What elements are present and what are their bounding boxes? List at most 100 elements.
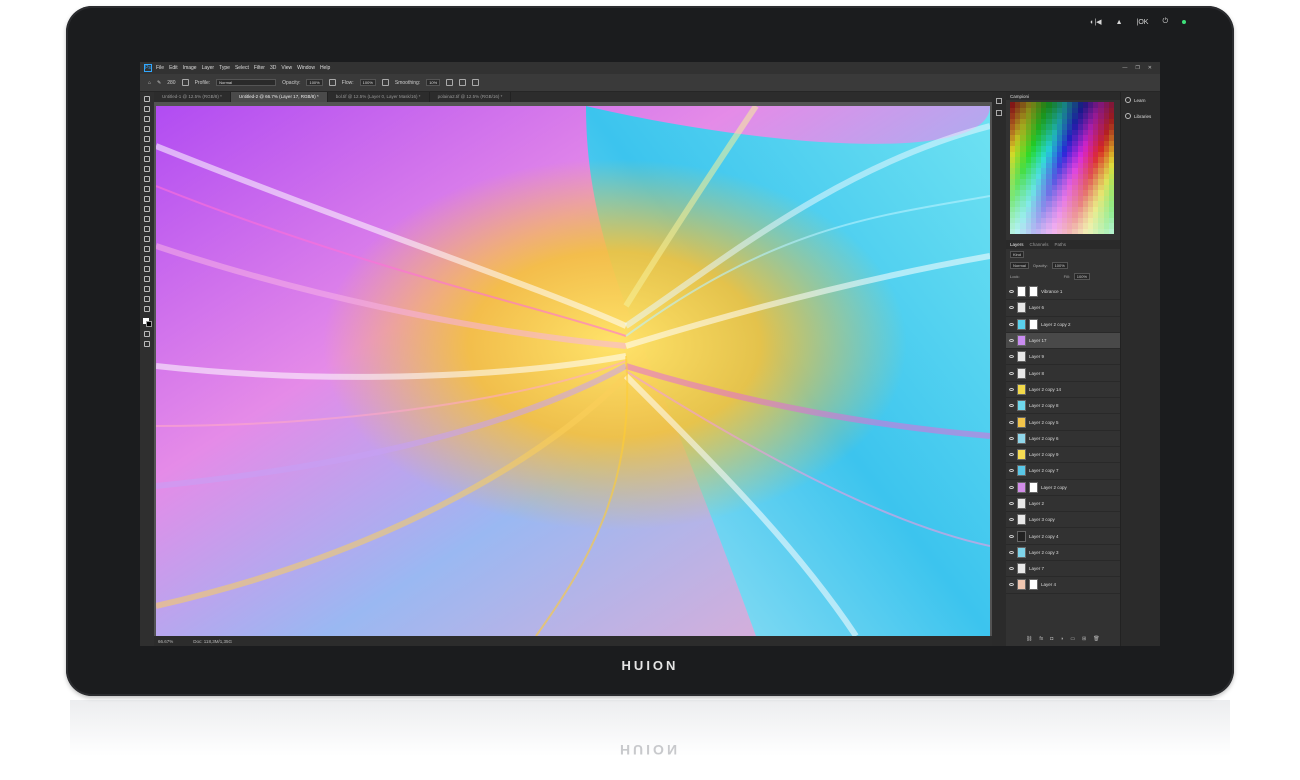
visibility-eye-icon[interactable]: [1009, 322, 1014, 326]
home-icon[interactable]: ⌂: [148, 80, 151, 86]
visibility-eye-icon[interactable]: [1009, 453, 1014, 457]
layer-row[interactable]: Layer 2 copy 2: [1006, 317, 1120, 333]
tab-untitled-1[interactable]: Untitled-1 @ 12.5% (RGB/8) *: [154, 92, 231, 102]
swatches-panel-title[interactable]: Campioni: [1006, 92, 1120, 100]
swatches-grid[interactable]: [1010, 102, 1114, 234]
visibility-eye-icon[interactable]: [1009, 290, 1014, 294]
layer-row[interactable]: Vibrance 1: [1006, 284, 1120, 301]
tab-untitled-2[interactable]: Untitled-2 @ 66.7% (Layer 17, RGB/8) *: [230, 92, 328, 102]
brush-tool-icon[interactable]: [144, 176, 150, 182]
document-canvas[interactable]: [156, 106, 990, 636]
mask-icon[interactable]: ◘: [1050, 636, 1053, 642]
brush-tool-icon[interactable]: ✎: [157, 80, 161, 86]
layer-fill-field[interactable]: 100%: [1073, 273, 1091, 280]
visibility-eye-icon[interactable]: [1009, 404, 1014, 408]
pen-tool-icon[interactable]: [144, 246, 150, 252]
lasso-tool-icon[interactable]: [144, 116, 150, 122]
trash-icon[interactable]: 🗑: [1093, 636, 1099, 642]
marquee-tool-icon[interactable]: [144, 106, 150, 112]
menu-layer[interactable]: Layer: [202, 65, 215, 71]
visibility-eye-icon[interactable]: [1009, 502, 1014, 505]
layer-row[interactable]: Layer 4: [1006, 577, 1120, 594]
layer-mask-thumbnail[interactable]: [1029, 481, 1038, 493]
visibility-eye-icon[interactable]: [1009, 583, 1014, 587]
more-tools-icon[interactable]: [144, 306, 150, 312]
menu-type[interactable]: Type: [219, 65, 230, 71]
minimize-icon[interactable]: —: [1122, 65, 1127, 71]
layer-row[interactable]: Layer 2 copy 7: [1006, 463, 1120, 480]
visibility-eye-icon[interactable]: [1009, 534, 1014, 538]
visibility-eye-icon[interactable]: [1009, 550, 1014, 554]
visibility-eye-icon[interactable]: [1009, 485, 1014, 489]
visibility-eye-icon[interactable]: [1009, 518, 1014, 522]
eraser-tool-icon[interactable]: [144, 206, 150, 212]
symmetry-icon[interactable]: [459, 79, 467, 86]
path-select-tool-icon[interactable]: [144, 266, 150, 272]
restore-icon[interactable]: ❐: [1135, 65, 1139, 71]
smoothing-field[interactable]: 10%: [426, 79, 441, 86]
power-icon[interactable]: ⏻: [1162, 18, 1168, 26]
layer-row[interactable]: Layer 2 copy 4: [1006, 528, 1120, 545]
layer-row[interactable]: Layer 2 copy 8: [1006, 398, 1120, 415]
background-color-swatch[interactable]: [146, 321, 152, 327]
tab-channels[interactable]: Channels: [1030, 242, 1049, 247]
layer-row[interactable]: Layer 9: [1006, 349, 1120, 366]
layer-kind-select[interactable]: Kind: [1010, 251, 1025, 258]
layer-row[interactable]: Layer 3 copy: [1006, 512, 1120, 529]
menu-help[interactable]: Help: [320, 65, 330, 71]
layer-row[interactable]: Layer 2 copy 3: [1006, 545, 1120, 562]
flow-field[interactable]: 100%: [359, 79, 376, 86]
brush-settings-icon[interactable]: [181, 79, 189, 86]
libraries-panel-button[interactable]: Libraries: [1121, 108, 1160, 124]
menu-filter[interactable]: Filter: [254, 65, 265, 71]
layer-row[interactable]: Layer 2: [1006, 496, 1120, 513]
crop-tool-icon[interactable]: [144, 136, 150, 142]
zoom-level[interactable]: 66.67%: [158, 639, 173, 644]
menu-view[interactable]: View: [281, 65, 292, 71]
new-layer-icon[interactable]: ⊞: [1082, 636, 1086, 642]
group-icon[interactable]: ▭: [1070, 636, 1075, 642]
ok-icon[interactable]: |OK: [1137, 19, 1149, 26]
visibility-eye-icon[interactable]: [1009, 306, 1014, 310]
menu-3d[interactable]: 3D: [270, 65, 276, 71]
layer-mask-thumbnail[interactable]: [1029, 318, 1038, 330]
opacity-field[interactable]: 100%: [306, 79, 323, 86]
smoothing-options-icon[interactable]: [446, 79, 454, 86]
layer-row[interactable]: Layer 2 copy: [1006, 480, 1120, 496]
brush-settings-panel-icon[interactable]: [996, 110, 1002, 116]
hand-tool-icon[interactable]: [144, 286, 150, 292]
pressure-opacity-icon[interactable]: [328, 79, 336, 86]
zoom-tool-icon[interactable]: [144, 296, 150, 302]
visibility-eye-icon[interactable]: [1009, 567, 1014, 571]
visibility-eye-icon[interactable]: [1009, 469, 1014, 473]
pressure-size-icon[interactable]: [472, 79, 480, 86]
tab-bol[interactable]: bol.tif @ 12.5% (Layer 0, Layer Mask/16)…: [328, 92, 430, 102]
power-menu-icon[interactable]: ◐|◀: [1090, 18, 1101, 26]
tab-layers[interactable]: Layers: [1010, 242, 1024, 247]
layer-mask-thumbnail[interactable]: [1029, 579, 1038, 591]
history-brush-icon[interactable]: [144, 196, 150, 202]
menu-edit[interactable]: Edit: [169, 65, 178, 71]
stamp-tool-icon[interactable]: [144, 186, 150, 192]
layer-mask-thumbnail[interactable]: [1029, 286, 1038, 298]
frame-tool-icon[interactable]: [144, 146, 150, 152]
layer-opacity-field[interactable]: 100%: [1051, 262, 1068, 269]
visibility-eye-icon[interactable]: [1009, 355, 1014, 359]
up-icon[interactable]: ▲: [1116, 19, 1123, 26]
visibility-eye-icon[interactable]: [1009, 339, 1014, 343]
close-icon[interactable]: ✕: [1148, 65, 1152, 71]
brush-size-value[interactable]: 280: [167, 80, 175, 86]
quick-select-tool-icon[interactable]: [144, 126, 150, 132]
healing-tool-icon[interactable]: [144, 166, 150, 172]
menu-select[interactable]: Select: [235, 65, 249, 71]
menu-window[interactable]: Window: [297, 65, 315, 71]
layer-row[interactable]: Layer 8: [1006, 365, 1120, 382]
adjustment-icon[interactable]: ◑: [1060, 636, 1063, 642]
layer-row[interactable]: Layer 2 copy 6: [1006, 431, 1120, 447]
gradient-tool-icon[interactable]: [144, 216, 150, 222]
dodge-tool-icon[interactable]: [144, 236, 150, 242]
blend-mode-select[interactable]: Normal: [216, 79, 277, 86]
type-tool-icon[interactable]: [144, 256, 150, 262]
blur-tool-icon[interactable]: [144, 226, 150, 232]
menu-image[interactable]: Image: [183, 65, 197, 71]
